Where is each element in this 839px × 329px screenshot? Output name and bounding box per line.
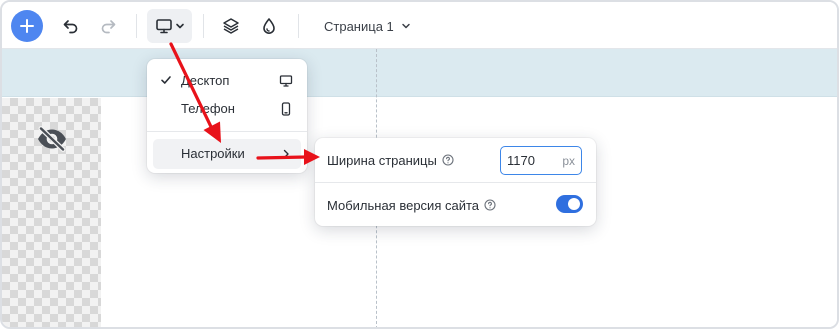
redo-icon <box>101 20 116 34</box>
mobile-version-row: Мобильная версия сайта <box>327 197 496 213</box>
mobile-version-toggle[interactable] <box>556 195 583 213</box>
toolbar: Страница 1 <box>2 2 837 49</box>
help-icon[interactable] <box>484 199 496 211</box>
toggle-knob <box>568 198 580 210</box>
menu-divider <box>147 131 307 132</box>
style-button[interactable] <box>255 12 283 40</box>
toolbar-divider <box>136 14 137 38</box>
toolbar-divider <box>298 14 299 38</box>
menu-item-label: Телефон <box>181 101 235 116</box>
hidden-block[interactable] <box>2 98 101 327</box>
undo-button[interactable] <box>57 12 85 40</box>
device-switch-button[interactable] <box>147 9 192 43</box>
menu-item-label: Настройки <box>181 146 245 161</box>
menu-item-settings[interactable]: Настройки <box>153 139 301 169</box>
panel-divider <box>315 182 596 183</box>
layers-button[interactable] <box>217 12 245 40</box>
toolbar-divider <box>203 14 204 38</box>
add-button[interactable] <box>11 10 43 42</box>
mobile-version-label: Мобильная версия сайта <box>327 197 479 213</box>
eye-off-icon <box>38 126 66 152</box>
phone-icon <box>281 102 291 116</box>
header-block[interactable] <box>2 49 837 97</box>
chevron-down-icon <box>175 23 184 29</box>
layers-icon <box>223 18 239 34</box>
check-icon <box>161 76 171 84</box>
chevron-down-icon <box>402 23 410 29</box>
drop-icon <box>263 18 275 34</box>
help-icon[interactable] <box>442 154 454 166</box>
device-menu: Десктоп Телефон Настройки <box>147 59 307 173</box>
plus-icon <box>20 19 34 33</box>
page-width-row: Ширина страницы <box>327 152 454 168</box>
redo-button[interactable] <box>94 12 122 40</box>
chevron-right-icon <box>283 149 289 159</box>
menu-item-desktop[interactable]: Десктоп <box>153 66 301 96</box>
undo-icon <box>63 20 78 34</box>
page-width-unit: px <box>562 153 575 168</box>
page-select[interactable]: Страница 1 <box>324 16 411 36</box>
page-width-value[interactable]: 1170 <box>507 153 562 168</box>
menu-item-label: Десктоп <box>181 73 230 88</box>
monitor-icon <box>155 19 172 34</box>
page-select-label: Страница 1 <box>324 18 394 34</box>
settings-panel: Ширина страницы 1170 px Мобильная версия… <box>315 138 596 226</box>
monitor-icon <box>279 75 293 87</box>
page-width-input[interactable]: 1170 px <box>500 146 582 175</box>
app-window: Страница 1 Десктоп Телефон Настройки Шир… <box>0 0 839 329</box>
page-width-label: Ширина страницы <box>327 152 437 168</box>
menu-item-phone[interactable]: Телефон <box>153 94 301 124</box>
